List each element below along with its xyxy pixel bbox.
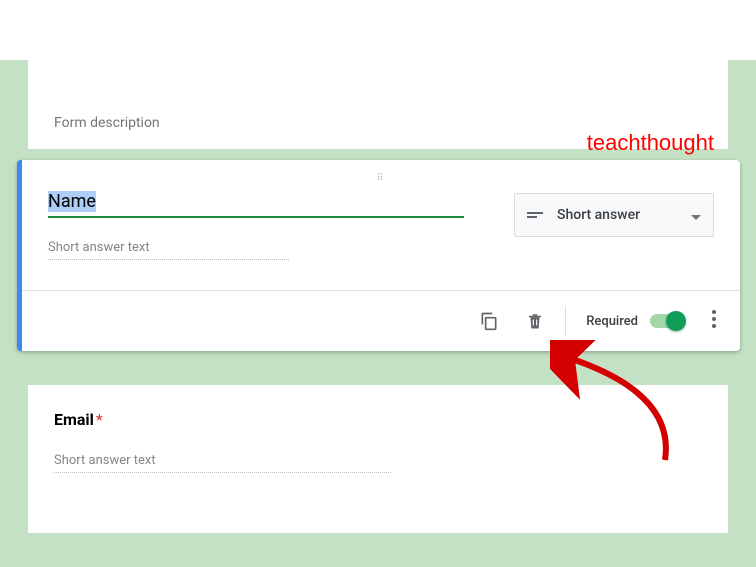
short-answer-icon: [527, 212, 545, 218]
drag-handle-icon[interactable]: ⠿: [22, 160, 740, 187]
question-title-input[interactable]: Name: [48, 191, 464, 218]
required-label: Required: [586, 314, 638, 329]
delete-button[interactable]: [515, 301, 555, 341]
trash-icon: [526, 311, 544, 331]
card-footer: Required: [22, 291, 740, 351]
footer-vertical-divider: [565, 306, 566, 336]
email-answer-preview: Short answer text: [54, 453, 391, 473]
more-options-button[interactable]: [702, 310, 726, 333]
card-body: Name Short answer text Short answer: [22, 187, 740, 280]
active-question-card: ⠿ Name Short answer text Short answer: [17, 160, 740, 351]
required-asterisk: *: [96, 410, 103, 429]
watermark-label: teachthought: [587, 130, 714, 156]
email-question-card[interactable]: Email* Short answer text: [28, 385, 728, 533]
question-type-label: Short answer: [557, 207, 691, 223]
more-vertical-icon: [712, 310, 716, 328]
question-type-dropdown[interactable]: Short answer: [514, 193, 714, 237]
short-answer-preview: Short answer text: [48, 240, 289, 260]
question-left-column: Name Short answer text: [48, 191, 464, 260]
duplicate-button[interactable]: [469, 301, 509, 341]
chevron-down-icon: [691, 206, 701, 225]
email-question-title: Email*: [54, 410, 702, 429]
copy-icon: [479, 311, 499, 331]
required-toggle[interactable]: [650, 311, 686, 331]
